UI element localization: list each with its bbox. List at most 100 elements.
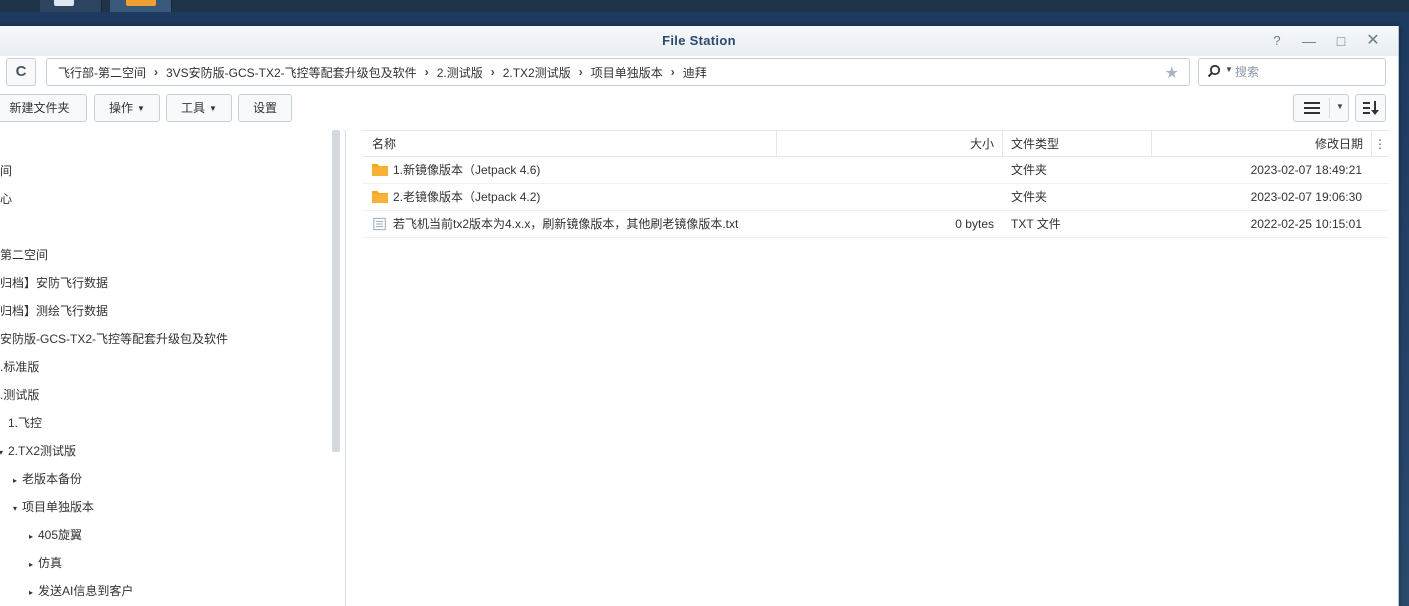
close-button[interactable]: ✕	[1362, 31, 1384, 51]
folder-icon	[372, 191, 388, 203]
tree-item-label: 间	[0, 164, 13, 178]
breadcrumb-separator-icon: ›	[424, 65, 429, 79]
breadcrumb-separator-icon: ›	[578, 65, 583, 79]
search-box[interactable]: ▼	[1198, 58, 1386, 86]
star-icon[interactable]: ★	[1165, 63, 1179, 83]
breadcrumb-separator-icon: ›	[154, 65, 158, 79]
tree-item[interactable]: .标准版	[0, 353, 39, 381]
grid-icon	[54, 0, 74, 6]
settings-button[interactable]: 设置	[238, 94, 292, 122]
tree-item[interactable]: ▸ 仿真	[24, 549, 62, 577]
tree-item-label: 归档】安防飞行数据	[0, 276, 109, 290]
column-header-row: 名称 大小 文件类型 修改日期 ⋮	[362, 130, 1389, 157]
tree-item[interactable]: 安防版-GCS-TX2-飞控等配套升级包及软件	[0, 325, 228, 353]
chevron-right-icon[interactable]: ▸	[8, 467, 22, 495]
address-row: C 飞行部-第二空间 › 3VS安防版-GCS-TX2-飞控等配套升级包及软件 …	[0, 57, 1399, 87]
help-button[interactable]: ?	[1266, 31, 1288, 51]
file-modified: 2023-02-07 18:49:21	[1250, 163, 1362, 177]
tree-item-label: 第二空间	[0, 248, 49, 262]
file-row[interactable]: 若飞机当前tx2版本为4.x.x，刷新镜像版本，其他刷老镜像版本.txt 0 b…	[362, 211, 1389, 238]
column-menu-icon[interactable]: ⋮	[1374, 131, 1386, 157]
tree-item[interactable]: ▾ 项目单独版本	[8, 493, 94, 521]
column-divider	[1371, 131, 1372, 157]
folder-icon	[126, 0, 156, 6]
column-divider[interactable]	[1002, 131, 1003, 157]
tree-item[interactable]: ▾2.TX2测试版	[0, 437, 76, 465]
tree-item[interactable]: 归档】安防飞行数据	[0, 269, 108, 297]
column-header-name[interactable]: 名称	[372, 131, 396, 157]
tree-item[interactable]: 心	[0, 185, 12, 213]
taskbar-file-station-button[interactable]	[110, 0, 172, 12]
chevron-down-icon: ▼	[209, 104, 217, 113]
file-modified: 2022-02-25 10:15:01	[1250, 217, 1362, 231]
taskbar-main-menu-button[interactable]	[40, 0, 102, 12]
tree-item-label: .测试版	[0, 388, 40, 402]
breadcrumb-separator-icon: ›	[490, 65, 495, 79]
tree-item[interactable]: 归档】测绘飞行数据	[0, 297, 108, 325]
file-station-window: File Station ? — □ ✕ C 飞行部-第二空间 › 3VS安防版…	[0, 26, 1399, 606]
tree-item-label: 1.飞控	[8, 416, 43, 430]
tree-item-label: .标准版	[0, 360, 40, 374]
breadcrumb-item[interactable]: 2.测试版	[435, 64, 485, 81]
tree-item[interactable]: 1.飞控	[8, 409, 42, 437]
breadcrumb-item[interactable]: 2.TX2测试版	[501, 64, 573, 81]
file-size: 0 bytes	[955, 217, 994, 231]
tree-item[interactable]: 第二空间	[0, 241, 48, 269]
folder-icon	[372, 164, 388, 176]
minimize-button[interactable]: —	[1298, 31, 1320, 51]
tree-item-label: 心	[0, 192, 13, 206]
breadcrumb-item[interactable]: 飞行部-第二空间	[56, 64, 148, 81]
tools-menu-button[interactable]: 工具 ▼	[166, 94, 232, 122]
chevron-down-icon[interactable]: ▼	[1336, 102, 1344, 111]
tree-item[interactable]: ▸ 老版本备份	[8, 465, 82, 493]
column-divider[interactable]	[776, 131, 777, 157]
tree-item-label: 2.TX2测试版	[8, 444, 77, 458]
chevron-right-icon[interactable]: ▸	[24, 551, 38, 579]
chevron-down-icon[interactable]: ▾	[0, 439, 8, 467]
tree-item[interactable]: 间	[0, 157, 12, 185]
column-header-modified[interactable]: 修改日期	[1262, 131, 1363, 157]
refresh-button[interactable]: C	[6, 58, 36, 86]
column-divider[interactable]	[1151, 131, 1152, 157]
chevron-down-icon: ▼	[137, 104, 145, 113]
column-header-size[interactable]: 大小	[922, 131, 994, 157]
desktop-taskbar	[0, 0, 1409, 12]
tree-item-label: 安防版-GCS-TX2-飞控等配套升级包及软件	[0, 332, 229, 346]
column-header-type[interactable]: 文件类型	[1011, 131, 1059, 157]
chevron-down-icon[interactable]: ▾	[8, 495, 22, 523]
text-file-icon	[373, 217, 386, 231]
breadcrumb[interactable]: 飞行部-第二空间 › 3VS安防版-GCS-TX2-飞控等配套升级包及软件 › …	[46, 58, 1190, 86]
breadcrumb-item-current[interactable]: 迪拜	[681, 64, 709, 81]
window-title: File Station	[662, 33, 736, 48]
refresh-icon: C	[15, 63, 27, 80]
tree-scrollbar[interactable]	[332, 130, 340, 452]
breadcrumb-item[interactable]: 3VS安防版-GCS-TX2-飞控等配套升级包及软件	[164, 64, 419, 81]
tree-item[interactable]: .测试版	[0, 381, 39, 409]
file-modified: 2023-02-07 19:06:30	[1250, 190, 1362, 204]
action-label: 操作	[109, 101, 134, 115]
view-mode-button[interactable]: ▼	[1293, 94, 1349, 122]
chevron-right-icon[interactable]: ▸	[24, 523, 38, 551]
sort-button[interactable]	[1355, 94, 1386, 122]
file-name: 若飞机当前tx2版本为4.x.x，刷新镜像版本，其他刷老镜像版本.txt	[393, 217, 739, 231]
search-icon[interactable]	[1207, 64, 1221, 78]
maximize-button[interactable]: □	[1330, 31, 1352, 51]
window-titlebar[interactable]: File Station ? — □ ✕	[0, 26, 1398, 56]
new-folder-button[interactable]: 新建文件夹	[0, 94, 87, 122]
file-row[interactable]: 1.新镜像版本（Jetpack 4.6) 文件夹 2023-02-07 18:4…	[362, 157, 1389, 184]
action-menu-button[interactable]: 操作 ▼	[94, 94, 160, 122]
divider	[1329, 98, 1330, 118]
tree-item-label: 项目单独版本	[22, 500, 95, 514]
tree-item-label: 老版本备份	[22, 472, 83, 486]
tree-item-label: 仿真	[38, 556, 63, 570]
tree-item[interactable]: ▸ 发送AI信息到客户	[24, 577, 133, 605]
file-type: 文件夹	[1011, 163, 1048, 177]
chevron-down-icon[interactable]: ▼	[1225, 65, 1233, 74]
tree-item[interactable]: ▸ 405旋翼	[24, 521, 82, 549]
chevron-right-icon[interactable]: ▸	[24, 579, 38, 606]
tree-item-label: 发送AI信息到客户	[38, 584, 134, 598]
file-row[interactable]: 2.老镜像版本（Jetpack 4.2) 文件夹 2023-02-07 19:0…	[362, 184, 1389, 211]
file-type: 文件夹	[1011, 190, 1048, 204]
search-input[interactable]	[1235, 63, 1375, 81]
breadcrumb-item[interactable]: 项目单独版本	[589, 64, 665, 81]
